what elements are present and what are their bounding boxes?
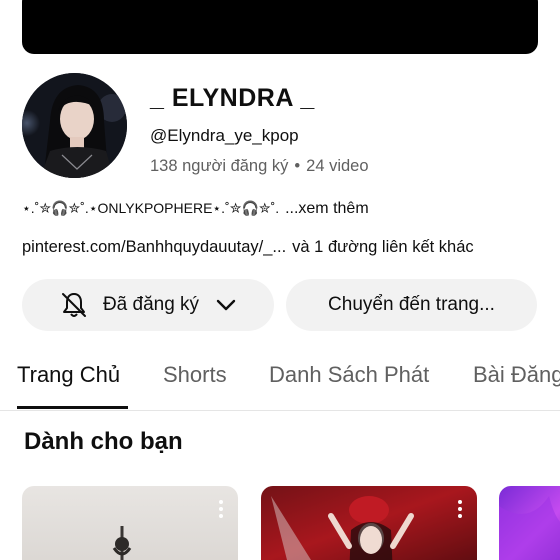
bell-icon: [61, 293, 86, 317]
channel-links[interactable]: pinterest.com/Banhhquydauutay/_... và 1 đ…: [22, 238, 474, 257]
go-to-page-label: Chuyển đến trang...: [328, 294, 495, 315]
subscribed-button[interactable]: Đã đăng ký: [22, 279, 274, 331]
section-title: Dành cho bạn: [24, 428, 183, 455]
thumbnail-image: [499, 496, 560, 560]
channel-page: _ ELYNDRA _ @Elyndra_ye_kpop 138 người đ…: [0, 0, 560, 560]
video-thumbnail[interactable]: [499, 486, 560, 560]
channel-description[interactable]: ⋆.˚✮🎧✮˚.⋆ONLYKPOPHERE⋆.˚✮🎧✮˚. ...xem thê…: [22, 200, 369, 218]
avatar-image: [22, 73, 127, 178]
tab-shorts[interactable]: Shorts: [163, 362, 227, 388]
extra-links-text[interactable]: và 1 đường liên kết khác: [292, 238, 473, 256]
video-thumbnail[interactable]: [22, 486, 238, 560]
channel-name: _ ELYNDRA _: [150, 84, 315, 112]
show-more-link[interactable]: ...xem thêm: [285, 200, 369, 217]
tab-home[interactable]: Trang Chủ: [17, 362, 120, 388]
stats-separator: •: [294, 157, 301, 175]
more-vert-icon[interactable]: [458, 500, 464, 521]
channel-avatar[interactable]: [22, 73, 127, 178]
channel-banner: [22, 0, 538, 54]
active-tab-indicator: [17, 406, 128, 409]
tab-posts[interactable]: Bài Đăng: [473, 362, 560, 388]
channel-stats: 138 người đăng ký • 24 video: [150, 157, 369, 176]
chevron-down-icon: [216, 299, 236, 311]
subscriber-count: 138 người đăng ký: [150, 157, 289, 175]
thumbnail-image: [261, 486, 477, 560]
banner-art: [22, 0, 538, 54]
thumbnail-image: [112, 526, 132, 560]
primary-link[interactable]: pinterest.com/Banhhquydauutay/_...: [22, 238, 286, 256]
channel-handle: @Elyndra_ye_kpop: [150, 126, 299, 145]
subscribed-label: Đã đăng ký: [102, 294, 200, 315]
go-to-page-button[interactable]: Chuyển đến trang...: [286, 279, 537, 331]
video-count: 24 video: [306, 157, 369, 175]
more-vert-icon[interactable]: [219, 500, 225, 521]
tab-playlists[interactable]: Danh Sách Phát: [269, 362, 429, 388]
channel-tabs: Trang Chủ Shorts Danh Sách Phát Bài Đăng: [0, 350, 560, 411]
description-text: ⋆.˚✮🎧✮˚.⋆ONLYKPOPHERE⋆.˚✮🎧✮˚.: [22, 200, 280, 216]
video-thumbnail[interactable]: [261, 486, 477, 560]
